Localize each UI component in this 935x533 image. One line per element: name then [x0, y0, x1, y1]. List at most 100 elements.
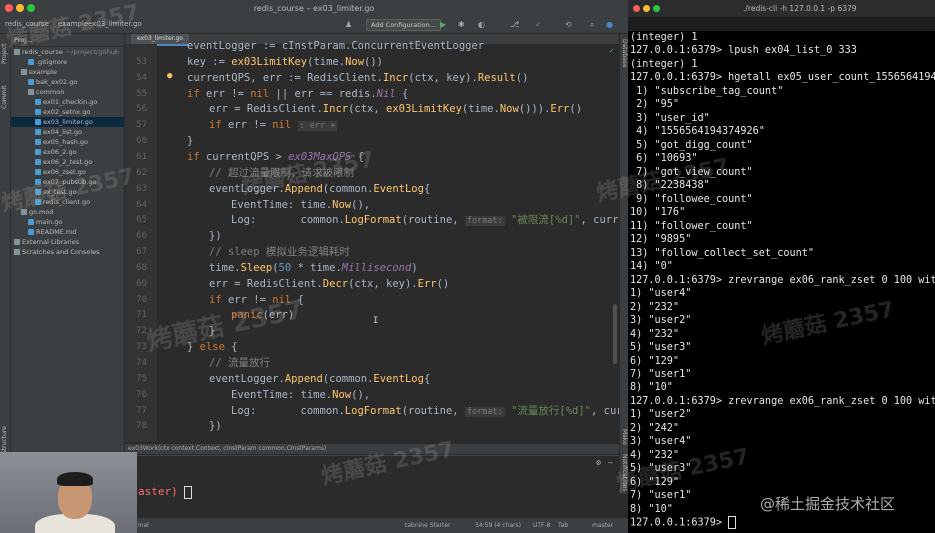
code-line[interactable]: eventLogger := cInstParam.ConcurrentEven…	[125, 38, 622, 54]
tree-item[interactable]: External Libraries	[11, 237, 124, 247]
code-line[interactable]: 54 currentQPS, err := RedisClient.Incr(ct…	[125, 70, 622, 86]
line-number: 74	[136, 358, 147, 368]
code-token: (time.	[307, 55, 346, 68]
tree-item[interactable]: bak_ex02.go	[11, 77, 124, 87]
encoding[interactable]: UTF-8	[533, 518, 551, 533]
tree-item[interactable]: main.go	[11, 217, 124, 227]
close-window-button[interactable]	[633, 5, 640, 12]
tree-item[interactable]: ex06_2_test.go	[11, 157, 124, 167]
tree-item-label: common	[36, 88, 65, 96]
tree-item[interactable]: ex06_2.go	[11, 147, 124, 157]
tree-item-label: ex_test.go	[43, 188, 77, 196]
code-line[interactable]: 68 time.Sleep(50 * time.Millisecond)	[125, 260, 622, 276]
update-icon[interactable]: ●	[606, 20, 613, 29]
code-line[interactable]: 74 // 流量放行	[125, 355, 622, 371]
add-configuration-button[interactable]: Add Configuration...	[366, 19, 441, 31]
terminal-line-text: 12) "9895"	[630, 234, 692, 246]
code-line[interactable]: 77 Log: common.LogFormat(routine, format:…	[125, 403, 622, 419]
breadcrumb-project[interactable]: redis_course	[5, 20, 49, 28]
code-line[interactable]: 60}	[125, 133, 622, 149]
coverage-icon[interactable]: ◐	[478, 20, 485, 29]
tabnine-status[interactable]: tabnine Starter	[405, 518, 451, 533]
code-line[interactable]: 64 EventTime: time.Now(),	[125, 197, 622, 213]
tree-item[interactable]: Scratches and Consoles	[11, 247, 124, 257]
terminal-tool-tab[interactable]: inal	[138, 518, 149, 533]
tree-item[interactable]: ex01_checkin.go	[11, 97, 124, 107]
git-branch-icon[interactable]: ⎇	[510, 20, 519, 29]
project-panel-header[interactable]: Proj...	[11, 34, 124, 47]
terminal-output-line: 13) "follow_collect_set_count"	[630, 247, 814, 261]
tree-item[interactable]: example	[11, 67, 124, 77]
database-tool-tab[interactable]: Database	[621, 39, 628, 68]
code-line[interactable]: 61 if currentQPS > ex03MaxQPS {	[125, 149, 622, 165]
vcs-check-icon[interactable]: ✓	[535, 20, 542, 29]
tree-item[interactable]: ex06_zset.go	[11, 167, 124, 177]
code-line[interactable]: 66})	[125, 228, 622, 244]
code-line[interactable]: 65 Log: common.LogFormat(routine, format:…	[125, 212, 622, 228]
tree-item[interactable]: README.md	[11, 227, 124, 237]
code-line[interactable]: 56 err = RedisClient.Incr(ctx, ex03LimitK…	[125, 101, 622, 117]
structure-tool-tab[interactable]: Structure	[1, 426, 8, 454]
terminal-output-line: 7) "user1"	[630, 368, 691, 382]
code-editor[interactable]: ex03_limiter.go eventLogger := cInstPara…	[125, 34, 622, 452]
code-line[interactable]: 73} else {	[125, 339, 622, 355]
code-token: ex03LimitKey	[386, 103, 462, 116]
code-line[interactable]: 53 key := ex03LimitKey(time.Now())	[125, 54, 622, 70]
code-token: err !=	[227, 293, 273, 306]
code-breadcrumb-bar[interactable]: ex03Work(ctx context.Context, cInstParam…	[125, 444, 625, 454]
minimize-window-button[interactable]	[643, 5, 650, 12]
tree-item[interactable]: ex_test.go	[11, 187, 124, 197]
tree-item[interactable]: redis_course ~/project/github	[11, 47, 124, 57]
debug-icon[interactable]: ✱	[458, 20, 465, 29]
code-line[interactable]: 57 if err != nil : err +	[125, 117, 622, 133]
tree-item[interactable]: ex07_pubsub.go	[11, 177, 124, 187]
tree-item[interactable]: common	[11, 87, 124, 97]
code-line[interactable]: 78})	[125, 418, 622, 434]
code-text: if err != nil : err +	[209, 117, 338, 134]
user-icon[interactable]: ♟	[345, 20, 352, 29]
terminal-line-text: 1) "subscribe_tag_count"	[630, 85, 784, 97]
code-line[interactable]: 67 // sleep 模拟业务逻辑耗时	[125, 244, 622, 260]
inspection-ok-icon[interactable]: ✓	[609, 46, 614, 55]
code-line[interactable]: 69 err = RedisClient.Decr(ctx, key).Err()	[125, 276, 622, 292]
code-line[interactable]: 76 EventTime: time.Now(),	[125, 387, 622, 403]
tree-item[interactable]: ex04_list.go	[11, 127, 124, 137]
notifications-tool-tab[interactable]: Notifications	[621, 454, 628, 492]
tree-item[interactable]: ex03_limiter.go	[11, 117, 124, 127]
tree-item[interactable]: .gitignore	[11, 57, 124, 67]
line-number: 71	[136, 310, 147, 321]
code-line[interactable]: 63 eventLogger.Append(common.EventLog{	[125, 181, 622, 197]
code-line[interactable]: 70 if err != nil {	[125, 292, 622, 308]
lightbulb-icon[interactable]: ●	[167, 71, 172, 81]
code-line[interactable]: 75 eventLogger.Append(common.EventLog{	[125, 371, 622, 387]
run-output: aster)	[138, 485, 193, 499]
project-tool-tab[interactable]: Project	[1, 43, 8, 64]
code-line[interactable]: 55 if err != nil || err == redis.Nil {	[125, 86, 622, 102]
code-text: err = RedisClient.Decr(ctx, key).Err()	[209, 276, 449, 292]
run-icon[interactable]: ▶	[440, 20, 446, 29]
search-icon[interactable]: ⌕	[590, 20, 594, 30]
code-text: if err != nil || err == redis.Nil {	[187, 86, 408, 102]
history-icon[interactable]: ⟲	[565, 20, 572, 29]
tree-item[interactable]: ex02_setnx.go	[11, 107, 124, 117]
code-line[interactable]: 62 // 超过流量限制，请求被限制	[125, 165, 622, 181]
gear-icon[interactable]: ⚙	[596, 458, 601, 467]
breadcrumb-file[interactable]: ex03_limiter.go	[88, 20, 142, 28]
indent-setting[interactable]: Tab	[558, 518, 568, 533]
tree-item[interactable]: ex05_hash.go	[11, 137, 124, 147]
line-number: 67	[136, 247, 147, 258]
tree-item[interactable]: go.mod	[11, 207, 124, 217]
zoom-window-button[interactable]	[653, 5, 660, 12]
make-tool-tab[interactable]: Make	[621, 429, 628, 445]
cursor-position[interactable]: 34:59 (4 chars)	[475, 518, 521, 533]
editor-scrollbar[interactable]	[613, 304, 617, 364]
text-cursor-icon: I	[373, 316, 379, 326]
code-token: err = RedisClient.	[209, 277, 323, 290]
tree-item[interactable]: redis_client.go	[11, 197, 124, 207]
code-token: err !=	[205, 87, 251, 100]
code-token: err !=	[227, 119, 273, 132]
hide-panel-icon[interactable]: —	[608, 458, 613, 467]
git-branch[interactable]: master	[592, 518, 613, 533]
terminal-output[interactable]: (integer) 1 127.0.0.1:6379> lpush ex04_li…	[630, 31, 935, 533]
commit-tool-tab[interactable]: Commit	[1, 85, 8, 109]
